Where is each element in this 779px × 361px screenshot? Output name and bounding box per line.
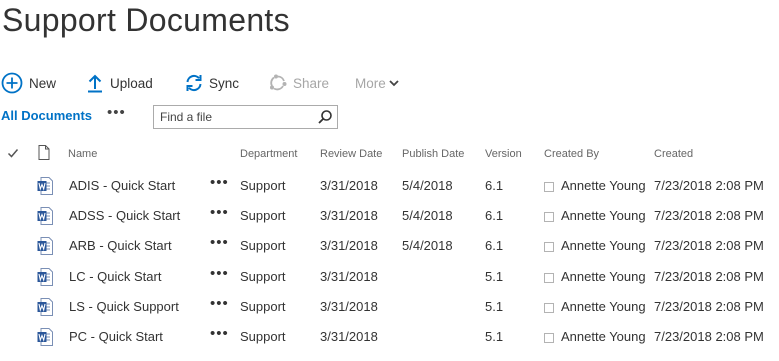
select-all-checkmark-icon[interactable] <box>7 147 19 162</box>
word-document-icon <box>37 297 53 316</box>
review-date-cell: 3/31/2018 <box>320 329 378 344</box>
upload-arrow-icon <box>84 72 106 94</box>
file-name-link[interactable]: ADIS - Quick Start <box>69 178 175 193</box>
file-name-link[interactable]: PC - Quick Start <box>69 329 163 344</box>
share-label: Share <box>293 75 330 91</box>
search-input[interactable] <box>154 106 309 128</box>
column-header-created[interactable]: Created <box>654 148 693 160</box>
file-name-link[interactable]: LC - Quick Start <box>69 269 161 284</box>
table-row[interactable]: ••• LC - Quick Start Support 3/31/2018 5.1 An… <box>0 262 779 292</box>
more-menu-button[interactable]: More <box>355 70 402 96</box>
created-by-link[interactable]: Annette Young <box>561 208 646 223</box>
view-all-documents[interactable]: All Documents <box>1 108 92 123</box>
row-options-ellipsis[interactable]: ••• <box>210 174 229 191</box>
column-header-publish-date[interactable]: Publish Date <box>402 148 464 160</box>
row-options-ellipsis[interactable]: ••• <box>210 265 229 282</box>
column-header-department[interactable]: Department <box>240 148 297 160</box>
version-cell: 6.1 <box>485 238 504 254</box>
file-name-link[interactable]: ARB - Quick Start <box>69 238 172 253</box>
sync-label: Sync <box>209 75 240 91</box>
version-cell: 5.1 <box>485 298 504 314</box>
row-options-ellipsis[interactable]: ••• <box>210 234 229 251</box>
table-row[interactable]: ••• ADIS - Quick Start Support 3/31/2018 5/4… <box>0 171 779 201</box>
view-bar: All Documents ••• <box>0 104 779 130</box>
presence-indicator <box>544 302 554 313</box>
word-document-icon <box>37 267 53 286</box>
review-date-cell: 3/31/2018 <box>320 268 378 284</box>
upload-button[interactable]: Upload <box>84 70 153 96</box>
review-date-cell: 3/31/2018 <box>320 178 378 193</box>
list-header: Name Department Review Date Publish Date… <box>0 143 779 167</box>
publish-date-cell: 5/4/2018 <box>402 208 453 224</box>
created-by-link[interactable]: Annette Young <box>561 299 646 314</box>
created-by-link[interactable]: Annette Young <box>561 238 646 253</box>
word-document-icon <box>37 207 53 226</box>
review-date-cell: 3/31/2018 <box>320 238 378 254</box>
column-header-name[interactable]: Name <box>68 148 97 160</box>
publish-date-cell: 5/4/2018 <box>402 178 453 193</box>
more-label: More <box>355 75 386 91</box>
presence-indicator <box>544 333 554 343</box>
created-by-link[interactable]: Annette Young <box>561 269 646 284</box>
review-date-cell: 3/31/2018 <box>320 208 378 224</box>
created-cell: 7/23/2018 2:08 PM <box>654 238 764 254</box>
created-cell: 7/23/2018 2:08 PM <box>654 208 764 224</box>
presence-indicator <box>544 212 554 223</box>
word-document-icon <box>37 237 53 256</box>
command-bar: New Upload Sync Share More <box>0 70 779 96</box>
sync-icon <box>183 72 205 94</box>
file-type-header-icon[interactable] <box>38 145 50 163</box>
created-by-link[interactable]: Annette Young <box>561 178 646 193</box>
department-cell: Support <box>240 298 286 314</box>
table-row[interactable]: ••• ARB - Quick Start Support 3/31/2018 5/4/… <box>0 231 779 261</box>
table-row[interactable]: ••• PC - Quick Start Support 3/31/2018 5.1 An… <box>0 322 779 352</box>
department-cell: Support <box>240 178 286 193</box>
file-name-link[interactable]: ADSS - Quick Start <box>69 208 180 223</box>
column-header-created-by[interactable]: Created By <box>544 148 599 160</box>
file-name-link[interactable]: LS - Quick Support <box>69 299 179 314</box>
version-cell: 6.1 <box>485 208 504 224</box>
column-header-review-date[interactable]: Review Date <box>320 148 382 160</box>
plus-circle-icon <box>1 72 23 94</box>
created-cell: 7/23/2018 2:08 PM <box>654 329 764 344</box>
review-date-cell: 3/31/2018 <box>320 298 378 314</box>
department-cell: Support <box>240 268 286 284</box>
page-title: Support Documents <box>2 2 290 38</box>
created-by-link[interactable]: Annette Young <box>561 329 646 344</box>
share-button[interactable]: Share <box>267 70 329 96</box>
presence-indicator <box>544 242 554 253</box>
view-options-ellipsis[interactable]: ••• <box>107 104 126 121</box>
word-document-icon <box>37 177 53 195</box>
upload-label: Upload <box>110 75 153 91</box>
table-row[interactable]: ••• ADSS - Quick Start Support 3/31/2018 5/4… <box>0 201 779 231</box>
sync-button[interactable]: Sync <box>183 70 239 96</box>
chevron-down-icon <box>386 72 402 94</box>
version-cell: 6.1 <box>485 178 504 193</box>
column-header-version[interactable]: Version <box>485 148 522 160</box>
department-cell: Support <box>240 329 286 344</box>
publish-date-cell: 5/4/2018 <box>402 238 453 254</box>
department-cell: Support <box>240 238 286 254</box>
word-document-icon <box>37 328 53 346</box>
created-cell: 7/23/2018 2:08 PM <box>654 178 764 193</box>
table-row[interactable]: ••• LS - Quick Support Support 3/31/2018 5.1… <box>0 292 779 322</box>
created-cell: 7/23/2018 2:08 PM <box>654 298 764 314</box>
version-cell: 5.1 <box>485 268 504 284</box>
presence-indicator <box>544 272 554 283</box>
new-label: New <box>29 75 57 91</box>
row-options-ellipsis[interactable]: ••• <box>210 325 229 342</box>
presence-indicator <box>544 182 554 192</box>
search-box <box>153 105 338 129</box>
created-cell: 7/23/2018 2:08 PM <box>654 268 764 284</box>
search-icon[interactable] <box>317 109 333 125</box>
new-button[interactable]: New <box>1 70 56 96</box>
department-cell: Support <box>240 208 286 224</box>
version-cell: 5.1 <box>485 329 504 344</box>
row-options-ellipsis[interactable]: ••• <box>210 295 229 312</box>
share-icon <box>267 72 289 94</box>
row-options-ellipsis[interactable]: ••• <box>210 204 229 221</box>
